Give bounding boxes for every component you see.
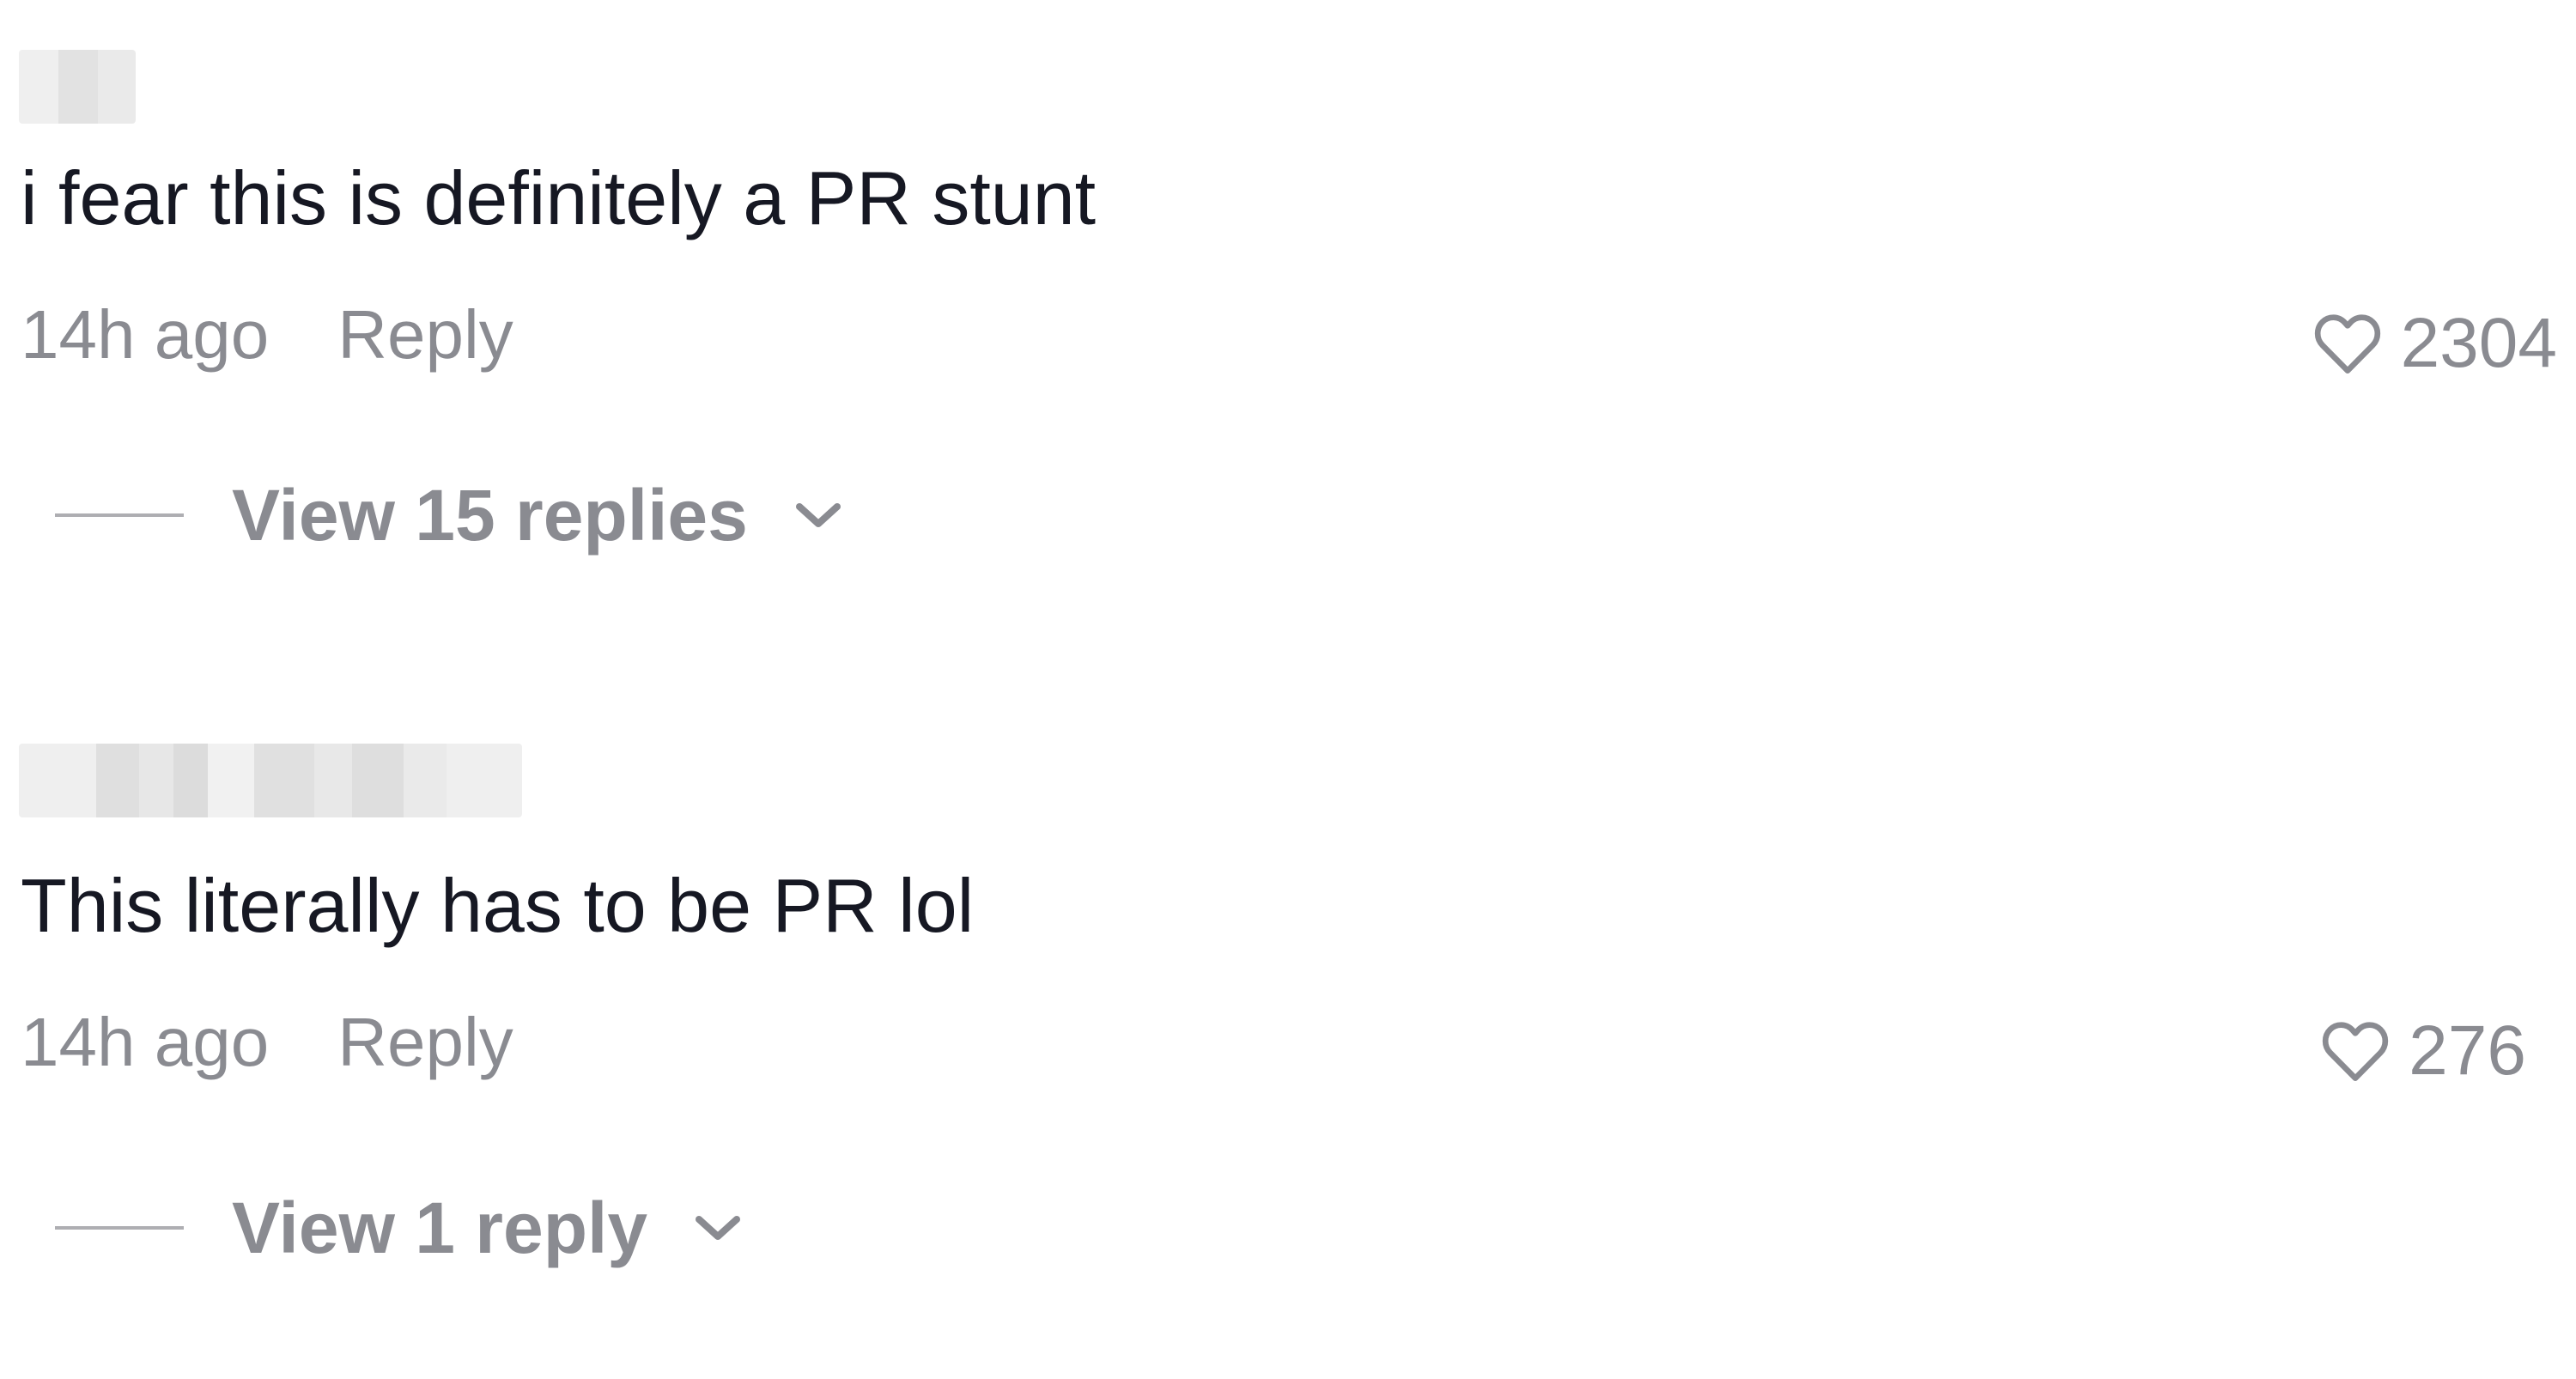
comment-item: i fear this is definitely a PR stunt 14h… [0,0,2576,687]
reply-button[interactable]: Reply [337,292,513,378]
heart-outline-icon [2323,1022,2389,1081]
like-count: 2304 [2400,304,2557,382]
heart-outline-icon [2314,314,2380,374]
username-redacted[interactable] [19,50,136,124]
like-button[interactable]: 2304 [2313,301,2557,386]
chevron-down-icon [795,503,841,527]
username-redacted[interactable] [19,744,522,817]
comment-meta: 14h ago Reply [21,999,513,1085]
replies-divider-line [55,513,184,517]
comment-timestamp: 14h ago [21,1004,270,1080]
chevron-down-icon [696,1216,741,1240]
view-replies-button[interactable]: View 15 replies [55,472,844,558]
view-replies-label: View 15 replies [232,475,748,556]
comment-meta: 14h ago Reply [21,292,513,378]
reply-button[interactable]: Reply [337,999,513,1085]
replies-divider-line [55,1226,184,1230]
view-replies-label: View 1 reply [232,1188,648,1268]
comment-timestamp: 14h ago [21,296,270,373]
like-button[interactable]: 276 [2321,1008,2526,1094]
comment-text: i fear this is definitely a PR stunt [21,155,1097,240]
comment-item: This literally has to be PR lol 14h ago … [0,704,2576,1379]
comment-text: This literally has to be PR lol [21,863,975,948]
view-replies-button[interactable]: View 1 reply [55,1185,744,1271]
like-count: 276 [2409,1011,2526,1090]
